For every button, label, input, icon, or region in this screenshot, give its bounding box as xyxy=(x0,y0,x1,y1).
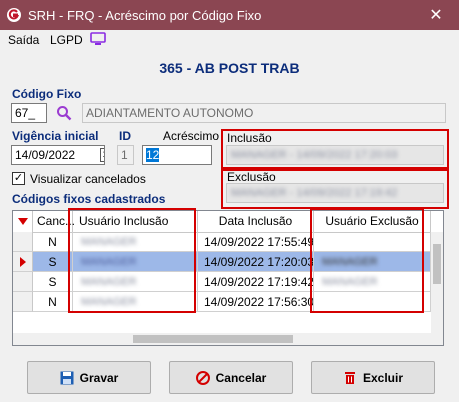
acrescimo-label: Acréscimo xyxy=(163,129,220,143)
acrescimo-input[interactable]: 12 xyxy=(142,145,212,165)
vigencia-date-value: 14/09/2022 xyxy=(15,148,76,162)
col-header-data-inclusao[interactable]: Data Inclusão xyxy=(198,211,314,232)
cell-data-inclusao: 14/09/2022 17:56:30 xyxy=(198,292,314,312)
menu-item-lgpd[interactable]: LGPD xyxy=(50,33,83,47)
cell-canc: S xyxy=(33,272,73,292)
row-indicator xyxy=(13,232,33,252)
close-button[interactable]: ✕ xyxy=(413,0,459,30)
title-bar: SRH - FRQ - Acréscimo por Código Fixo ✕ xyxy=(0,0,459,30)
cancelar-button[interactable]: Cancelar xyxy=(169,361,293,394)
row-indicator xyxy=(13,272,33,292)
cancelar-label: Cancelar xyxy=(215,370,267,385)
codigo-fixo-input[interactable]: 67_ xyxy=(11,103,47,123)
codigo-fixo-description: ADIANTAMENTO AUTONOMO xyxy=(82,103,446,123)
visualizar-cancelados-checkbox[interactable]: ✓ xyxy=(12,172,25,185)
grid-menu-icon[interactable] xyxy=(13,211,33,232)
horizontal-scroll-thumb[interactable] xyxy=(133,335,293,343)
usuario-inclusao-highlight xyxy=(68,208,196,313)
col-header-canc[interactable]: Canc... xyxy=(33,211,75,232)
form-area: 365 - AB POST TRAB Código Fixo 67_ ADIAN… xyxy=(0,50,459,402)
exclusao-label: Exclusão xyxy=(227,170,276,184)
window-title: SRH - FRQ - Acréscimo por Código Fixo xyxy=(28,8,262,23)
menu-item-saida[interactable]: Saída xyxy=(8,33,39,47)
current-row-arrow-icon xyxy=(20,257,26,267)
cell-canc: N xyxy=(33,232,73,252)
app-logo-icon xyxy=(7,8,21,22)
gravar-label: Gravar xyxy=(79,370,119,385)
gravar-button[interactable]: Gravar xyxy=(27,361,151,394)
visualizar-cancelados-label: Visualizar cancelados xyxy=(30,172,146,186)
vigencia-label: Vigência inicial xyxy=(12,129,99,143)
horizontal-scrollbar[interactable] xyxy=(13,333,431,345)
cell-data-inclusao: 14/09/2022 17:20:03 xyxy=(198,252,314,272)
vertical-scroll-thumb[interactable] xyxy=(433,244,441,284)
codigo-fixo-label: Código Fixo xyxy=(12,87,82,101)
cell-canc: S xyxy=(33,252,73,272)
id-label: ID xyxy=(119,129,131,143)
row-indicator xyxy=(13,292,33,312)
id-input: 1 xyxy=(117,145,134,165)
exclusao-value: MANAGER - 14/09/2022 17:19:42 xyxy=(231,187,398,199)
menu-bar: Saída LGPD xyxy=(0,30,459,50)
excluir-button[interactable]: Excluir xyxy=(311,361,435,394)
grid-title: Códigos fixos cadastrados xyxy=(12,192,166,206)
search-icon[interactable] xyxy=(56,105,72,121)
cell-data-inclusao: 14/09/2022 17:55:49 xyxy=(198,232,314,252)
trash-icon xyxy=(344,371,355,384)
close-icon: ✕ xyxy=(429,7,443,24)
cell-canc: N xyxy=(33,292,73,312)
page-title: 365 - AB POST TRAB xyxy=(159,60,300,76)
inclusao-field: MANAGER - 14/09/2022 17:20:03 xyxy=(226,145,444,165)
inclusao-label: Inclusão xyxy=(227,131,272,145)
vertical-scrollbar[interactable] xyxy=(431,232,443,345)
exclusao-field: MANAGER - 14/09/2022 17:19:42 xyxy=(226,183,444,203)
cell-data-inclusao: 14/09/2022 17:19:42 xyxy=(198,272,314,292)
cancel-icon xyxy=(195,370,210,385)
row-indicator xyxy=(13,252,33,272)
calendar-icon[interactable]: 19 xyxy=(100,148,104,162)
inclusao-value: MANAGER - 14/09/2022 17:20:03 xyxy=(231,149,398,161)
save-icon xyxy=(60,371,74,384)
acrescimo-value: 12 xyxy=(146,148,160,162)
vigencia-date-input[interactable]: 14/09/2022 19 xyxy=(11,145,105,165)
monitor-icon[interactable] xyxy=(90,32,106,46)
usuario-exclusao-highlight xyxy=(310,208,424,313)
excluir-label: Excluir xyxy=(362,370,404,385)
